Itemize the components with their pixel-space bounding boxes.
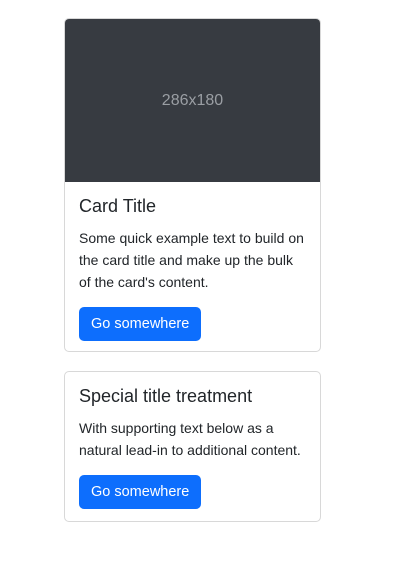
card-special-title: Special title treatment With supporting … bbox=[64, 371, 321, 522]
card-title: Special title treatment bbox=[79, 386, 253, 406]
card-text: With supporting text below as a natural … bbox=[79, 419, 301, 458]
image-size-label: 286x180 bbox=[161, 91, 224, 109]
card-image-placeholder: 286x180 bbox=[65, 19, 320, 182]
card-body: Special title treatment With supporting … bbox=[65, 372, 320, 509]
card-with-image: 286x180 Card Title Some quick example te… bbox=[64, 18, 321, 352]
go-somewhere-button[interactable]: Go somewhere bbox=[79, 306, 202, 341]
card-text: Some quick example text to build on the … bbox=[79, 229, 304, 290]
card-title: Card Title bbox=[79, 196, 157, 216]
page: 286x180 Card Title Some quick example te… bbox=[0, 0, 419, 585]
go-somewhere-button[interactable]: Go somewhere bbox=[79, 474, 202, 509]
card-body: Card Title Some quick example text to bu… bbox=[65, 182, 320, 341]
